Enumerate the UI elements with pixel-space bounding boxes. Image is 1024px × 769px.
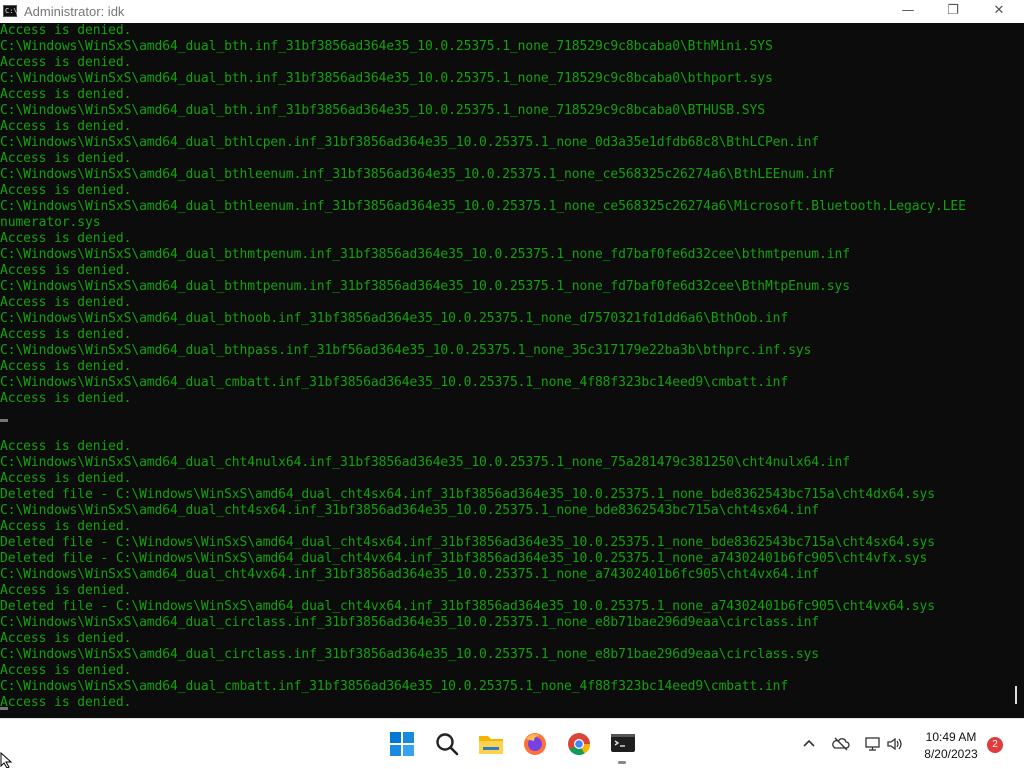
console-line: Access is denied. bbox=[0, 519, 132, 534]
console-line: Access is denied. bbox=[0, 263, 132, 278]
console-output[interactable]: Access is denied. C:\Windows\WinSxS\amd64… bbox=[0, 23, 1010, 717]
console-line: C:\Windows\WinSxS\amd64_dual_cht4sx64.in… bbox=[0, 503, 820, 518]
console-line: Access is denied. bbox=[0, 87, 132, 102]
console-line: Access is denied. bbox=[0, 359, 132, 374]
clock-time[interactable]: 10:49 AM bbox=[918, 730, 984, 744]
console-cursor bbox=[0, 707, 8, 710]
taskbar: 10:49 AM 8/20/2023 2 bbox=[0, 718, 1024, 769]
search-icon[interactable] bbox=[434, 731, 460, 757]
network-icon[interactable] bbox=[864, 735, 882, 753]
chrome-icon[interactable] bbox=[566, 731, 592, 757]
start-icon[interactable] bbox=[389, 731, 415, 757]
maximize-button[interactable]: ❐ bbox=[930, 0, 976, 23]
console-line: Deleted file - C:\Windows\WinSxS\amd64_d… bbox=[0, 599, 935, 614]
console-line: C:\Windows\WinSxS\amd64_dual_bthlcpen.in… bbox=[0, 135, 820, 150]
console-line: C:\Windows\WinSxS\amd64_dual_bthleenum.i… bbox=[0, 199, 966, 214]
console-line: C:\Windows\WinSxS\amd64_dual_bthleenum.i… bbox=[0, 167, 835, 182]
command-prompt-icon[interactable]: C:\ bbox=[3, 5, 18, 17]
console-line: C:\Windows\WinSxS\amd64_dual_bth.inf_31b… bbox=[0, 39, 773, 54]
console-line: Access is denied. bbox=[0, 151, 132, 166]
terminal-icon[interactable] bbox=[610, 731, 636, 757]
console-line: Access is denied. bbox=[0, 55, 132, 70]
console-line: numerator.sys bbox=[0, 215, 101, 230]
scrollbar-thumb[interactable] bbox=[1015, 686, 1017, 704]
console-line: C:\Windows\WinSxS\amd64_dual_bthmtpenum.… bbox=[0, 279, 850, 294]
console-line: Access is denied. bbox=[0, 23, 132, 38]
console-line: Access is denied. bbox=[0, 391, 132, 406]
running-indicator bbox=[618, 761, 626, 764]
mouse-cursor-icon bbox=[0, 752, 13, 768]
minimize-button[interactable]: — bbox=[885, 0, 931, 23]
clock-date[interactable]: 8/20/2023 bbox=[918, 747, 984, 761]
volume-icon[interactable] bbox=[886, 735, 904, 753]
console-cursor-mark bbox=[0, 419, 8, 422]
window-title: Administrator: idk bbox=[24, 4, 125, 19]
onedrive-icon[interactable] bbox=[832, 735, 850, 753]
console-line: C:\Windows\WinSxS\amd64_dual_bthoob.inf_… bbox=[0, 311, 789, 326]
console-line: C:\Windows\WinSxS\amd64_dual_circlass.in… bbox=[0, 615, 820, 630]
console-line: C:\Windows\WinSxS\amd64_dual_cht4vx64.in… bbox=[0, 567, 820, 582]
console-line: Deleted file - C:\Windows\WinSxS\amd64_d… bbox=[0, 487, 935, 502]
console-line: Access is denied. bbox=[0, 631, 132, 646]
console-line: Access is denied. bbox=[0, 695, 132, 710]
chevron-up-icon[interactable] bbox=[800, 735, 818, 753]
console-line: C:\Windows\WinSxS\amd64_dual_bthmtpenum.… bbox=[0, 247, 850, 262]
console-line: Access is denied. bbox=[0, 183, 132, 198]
console-line: C:\Windows\WinSxS\amd64_dual_bth.inf_31b… bbox=[0, 71, 773, 86]
console-line: C:\Windows\WinSxS\amd64_dual_cmbatt.inf_… bbox=[0, 375, 789, 390]
console-line: Access is denied. bbox=[0, 119, 132, 134]
console-line: C:\Windows\WinSxS\amd64_dual_circlass.in… bbox=[0, 647, 820, 662]
console-line: C:\Windows\WinSxS\amd64_dual_cht4nulx64.… bbox=[0, 455, 850, 470]
console-line: C:\Windows\WinSxS\amd64_dual_cmbatt.inf_… bbox=[0, 679, 789, 694]
console-line: Access is denied. bbox=[0, 583, 132, 598]
console-line: Access is denied. bbox=[0, 471, 132, 486]
console-line: C:\Windows\WinSxS\amd64_dual_bthpass.inf… bbox=[0, 343, 812, 358]
notification-badge[interactable]: 2 bbox=[987, 737, 1003, 753]
console-line: Deleted file - C:\Windows\WinSxS\amd64_d… bbox=[0, 551, 928, 566]
console-line: C:\Windows\WinSxS\amd64_dual_bth.inf_31b… bbox=[0, 103, 765, 118]
console-line: Access is denied. bbox=[0, 327, 132, 342]
console-line: Access is denied. bbox=[0, 295, 132, 310]
console-line: Access is denied. bbox=[0, 231, 132, 246]
console-line: Access is denied. bbox=[0, 439, 132, 454]
console-line: Access is denied. bbox=[0, 663, 132, 678]
console-line: Deleted file - C:\Windows\WinSxS\amd64_d… bbox=[0, 535, 935, 550]
file-explorer-icon[interactable] bbox=[478, 731, 504, 757]
firefox-icon[interactable] bbox=[522, 731, 548, 757]
close-button[interactable]: ✕ bbox=[976, 0, 1022, 23]
title-bar: C:\ Administrator: idk — ❐ ✕ bbox=[0, 0, 1024, 23]
